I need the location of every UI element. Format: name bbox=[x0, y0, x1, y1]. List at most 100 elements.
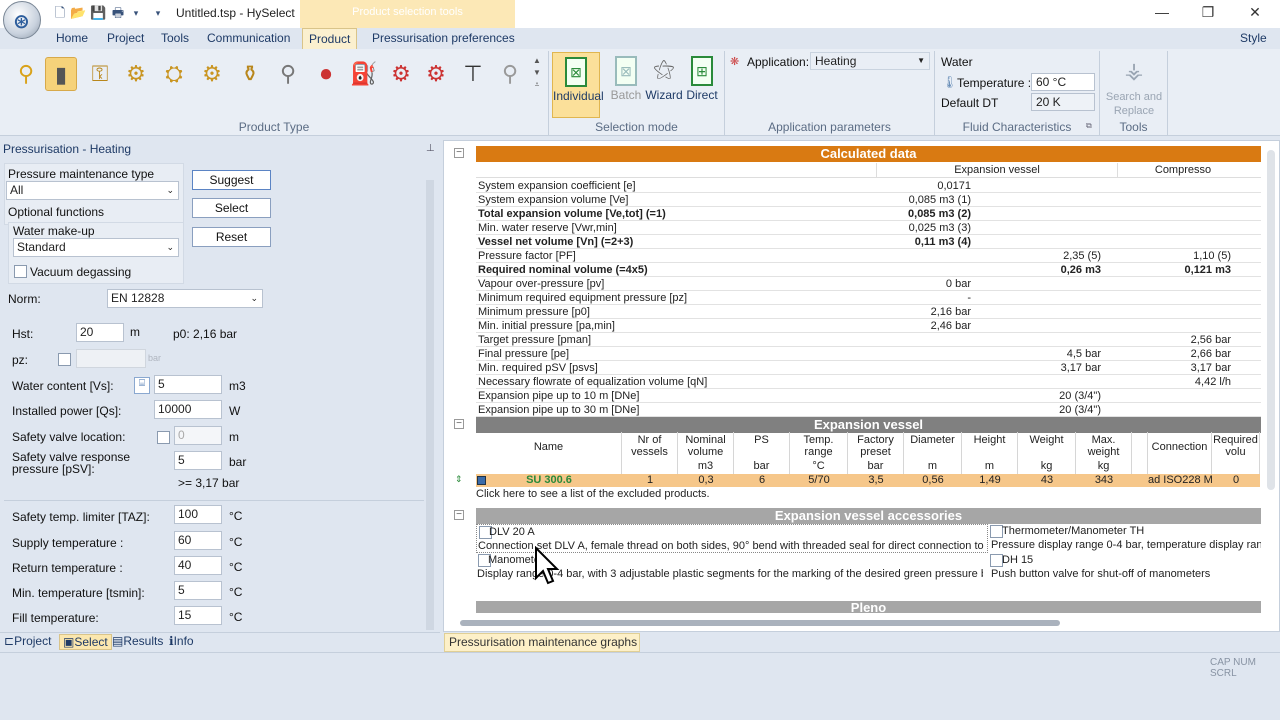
control-valve-icon[interactable]: ⛭ bbox=[158, 57, 190, 91]
installed-power-input[interactable]: 10000 bbox=[154, 400, 222, 419]
app-menu-button[interactable]: ⊛ bbox=[3, 1, 41, 39]
vessel-cell[interactable]: 1 bbox=[622, 474, 678, 487]
vessel-col-header[interactable]: Max. weight kg bbox=[1076, 432, 1132, 474]
valve-icon[interactable]: ⚿ bbox=[84, 57, 116, 91]
tab-results-panel[interactable]: ▤Results bbox=[112, 634, 163, 648]
vessel-cell[interactable]: 1,49 bbox=[962, 474, 1018, 487]
safety-valve-location-input[interactable]: 0 bbox=[174, 426, 222, 445]
restore-icon[interactable]: ❐ bbox=[1198, 4, 1218, 24]
hst-input[interactable]: 20 bbox=[76, 323, 124, 342]
tab-project[interactable]: Project bbox=[101, 28, 150, 49]
suggest-button[interactable]: Suggest bbox=[192, 170, 271, 190]
vessel-cell[interactable]: 0,56 bbox=[904, 474, 962, 487]
dialog-launcher-icon[interactable]: ⧉ bbox=[1086, 121, 1092, 131]
pin-icon[interactable]: ⊥ bbox=[426, 143, 435, 154]
water-makeup-select[interactable]: Standard ⌄ bbox=[13, 238, 179, 257]
mode-individual-button[interactable]: ⊠ Individual bbox=[552, 52, 604, 118]
left-panel-scrollbar[interactable] bbox=[426, 180, 434, 630]
temperature-field[interactable]: 60 °C bbox=[1031, 73, 1095, 91]
pressurisation-icon[interactable]: ⚲ bbox=[10, 57, 42, 91]
open-file-icon[interactable]: 📂 bbox=[70, 5, 86, 21]
sort-arrows-icon[interactable]: ⇕ bbox=[455, 474, 463, 485]
vessel-col-header[interactable]: Name bbox=[476, 432, 622, 474]
pm-type-select[interactable]: All ⌄ bbox=[6, 181, 179, 200]
return-temp-input[interactable]: 40 bbox=[174, 556, 222, 575]
collapse-accessories-icon[interactable]: − bbox=[454, 510, 464, 520]
customize-qat-icon[interactable]: ▾ bbox=[150, 5, 166, 21]
tab-pressurisation-preferences[interactable]: Pressurisation preferences bbox=[366, 28, 521, 49]
expansion-vessel-icon[interactable]: ▮ bbox=[45, 57, 77, 91]
search-replace-button[interactable]: ⚶ Search and Replace bbox=[1104, 52, 1164, 118]
vessel-cell[interactable]: 343 bbox=[1076, 474, 1132, 487]
close-icon[interactable]: ✕ bbox=[1245, 4, 1265, 24]
save-icon[interactable]: 💾 bbox=[90, 5, 106, 21]
application-select[interactable]: Heating ▼ bbox=[810, 52, 930, 70]
product-gallery-scroll[interactable]: ▲ ▼ ⩡ bbox=[531, 55, 543, 93]
style-menu[interactable]: Style ⌃ bbox=[1234, 28, 1280, 65]
supply-temp-input[interactable]: 60 bbox=[174, 531, 222, 550]
balancing-valve-icon[interactable]: ⚙ bbox=[120, 57, 152, 91]
pz-input[interactable] bbox=[76, 349, 146, 368]
accessory-item[interactable]: DH 15 Push button valve for shut-off of … bbox=[989, 553, 1261, 582]
vessel-cell[interactable]: SU 300.6 bbox=[476, 474, 622, 487]
vessel-col-header[interactable] bbox=[1132, 432, 1148, 474]
tab-select-panel[interactable]: ▣Select bbox=[59, 634, 112, 650]
pz-checkbox[interactable] bbox=[58, 353, 71, 366]
vessel-col-header[interactable]: Temp. range °C bbox=[790, 432, 848, 474]
vessel-cell[interactable]: 43 bbox=[1018, 474, 1076, 487]
safety-valve-icon[interactable]: ⚲ bbox=[494, 57, 526, 91]
calculator-icon[interactable]: ⌸ bbox=[134, 377, 150, 394]
print-icon[interactable]: 🖶 bbox=[110, 5, 126, 21]
tab-home[interactable]: Home bbox=[50, 28, 94, 49]
results-scrollbar[interactable] bbox=[1267, 150, 1275, 490]
vessel-col-header[interactable]: Nominal volume m3 bbox=[678, 432, 734, 474]
default-dt-field[interactable]: 20 K bbox=[1031, 93, 1095, 111]
tab-communication[interactable]: Communication bbox=[201, 28, 296, 49]
vessel-col-header[interactable]: Connection bbox=[1148, 432, 1212, 474]
tab-info-panel[interactable]: ℹInfo bbox=[169, 634, 194, 648]
tab-project-panel[interactable]: ⊏Project bbox=[4, 634, 51, 648]
vessel-col-header[interactable]: Required volu bbox=[1212, 432, 1260, 474]
vessel-col-header[interactable]: Factory preset bar bbox=[848, 432, 904, 474]
mode-direct-button[interactable]: ⊞ Direct bbox=[678, 52, 726, 118]
reset-button[interactable]: Reset bbox=[192, 227, 271, 247]
fill-temp-input[interactable]: 15 bbox=[174, 606, 222, 625]
tab-product[interactable]: Product bbox=[302, 28, 358, 49]
print-dropdown-icon[interactable]: ▾ bbox=[128, 5, 144, 21]
thermostatic-valve-icon[interactable]: ⚱ bbox=[234, 57, 266, 91]
vessel-col-header[interactable]: Weight kg bbox=[1018, 432, 1076, 474]
shutoff-valve-icon[interactable]: ⚙ bbox=[420, 57, 452, 91]
results-hscrollbar[interactable] bbox=[460, 620, 1060, 626]
norm-select[interactable]: EN 12828 ⌄ bbox=[107, 289, 263, 308]
accessory-item[interactable]: Thermometer/Manometer TH Pressure displa… bbox=[989, 524, 1261, 553]
vessel-cell[interactable]: 5/70 bbox=[790, 474, 848, 487]
vessel-cell[interactable] bbox=[1132, 474, 1148, 487]
diff-pressure-valve-icon[interactable]: ⚙ bbox=[196, 57, 228, 91]
minimize-icon[interactable]: — bbox=[1152, 4, 1172, 24]
vessel-col-header[interactable]: Height m bbox=[962, 432, 1018, 474]
collapse-calc-icon[interactable]: − bbox=[454, 148, 464, 158]
actuator-icon[interactable]: ⏺ bbox=[310, 57, 342, 91]
select-button[interactable]: Select bbox=[192, 198, 271, 218]
vessel-cell[interactable]: 0 bbox=[1212, 474, 1260, 487]
taz-input[interactable]: 100 bbox=[174, 505, 222, 524]
vessel-cell[interactable]: ad ISO228 Ma bbox=[1148, 474, 1212, 487]
safety-valve-location-checkbox[interactable] bbox=[157, 431, 170, 444]
separator-icon[interactable]: ⊤ bbox=[457, 57, 489, 91]
excluded-products-link[interactable]: Click here to see a list of the excluded… bbox=[476, 488, 710, 500]
vessel-col-header[interactable]: PS bar bbox=[734, 432, 790, 474]
vessel-cell[interactable]: 3,5 bbox=[848, 474, 904, 487]
radiator-valve-icon[interactable]: ⚲ bbox=[272, 57, 304, 91]
tab-tools[interactable]: Tools bbox=[155, 28, 195, 49]
vessel-selected-checkbox[interactable] bbox=[477, 476, 486, 485]
smart-valve-icon[interactable]: ⛽ bbox=[348, 57, 380, 91]
vessel-cell[interactable]: 0,3 bbox=[678, 474, 734, 487]
collapse-vessel-icon[interactable]: − bbox=[454, 419, 464, 429]
pressurisation-graphs-tab[interactable]: Pressurisation maintenance graphs bbox=[444, 633, 640, 652]
water-content-input[interactable]: 5 bbox=[154, 375, 222, 394]
psv-input[interactable]: 5 bbox=[174, 451, 222, 470]
combined-valve-icon[interactable]: ⚙ bbox=[385, 57, 417, 91]
vessel-col-header[interactable]: Diameter m bbox=[904, 432, 962, 474]
vacuum-degassing-checkbox[interactable] bbox=[14, 265, 27, 278]
new-file-icon[interactable]: 🗋 bbox=[52, 5, 68, 21]
